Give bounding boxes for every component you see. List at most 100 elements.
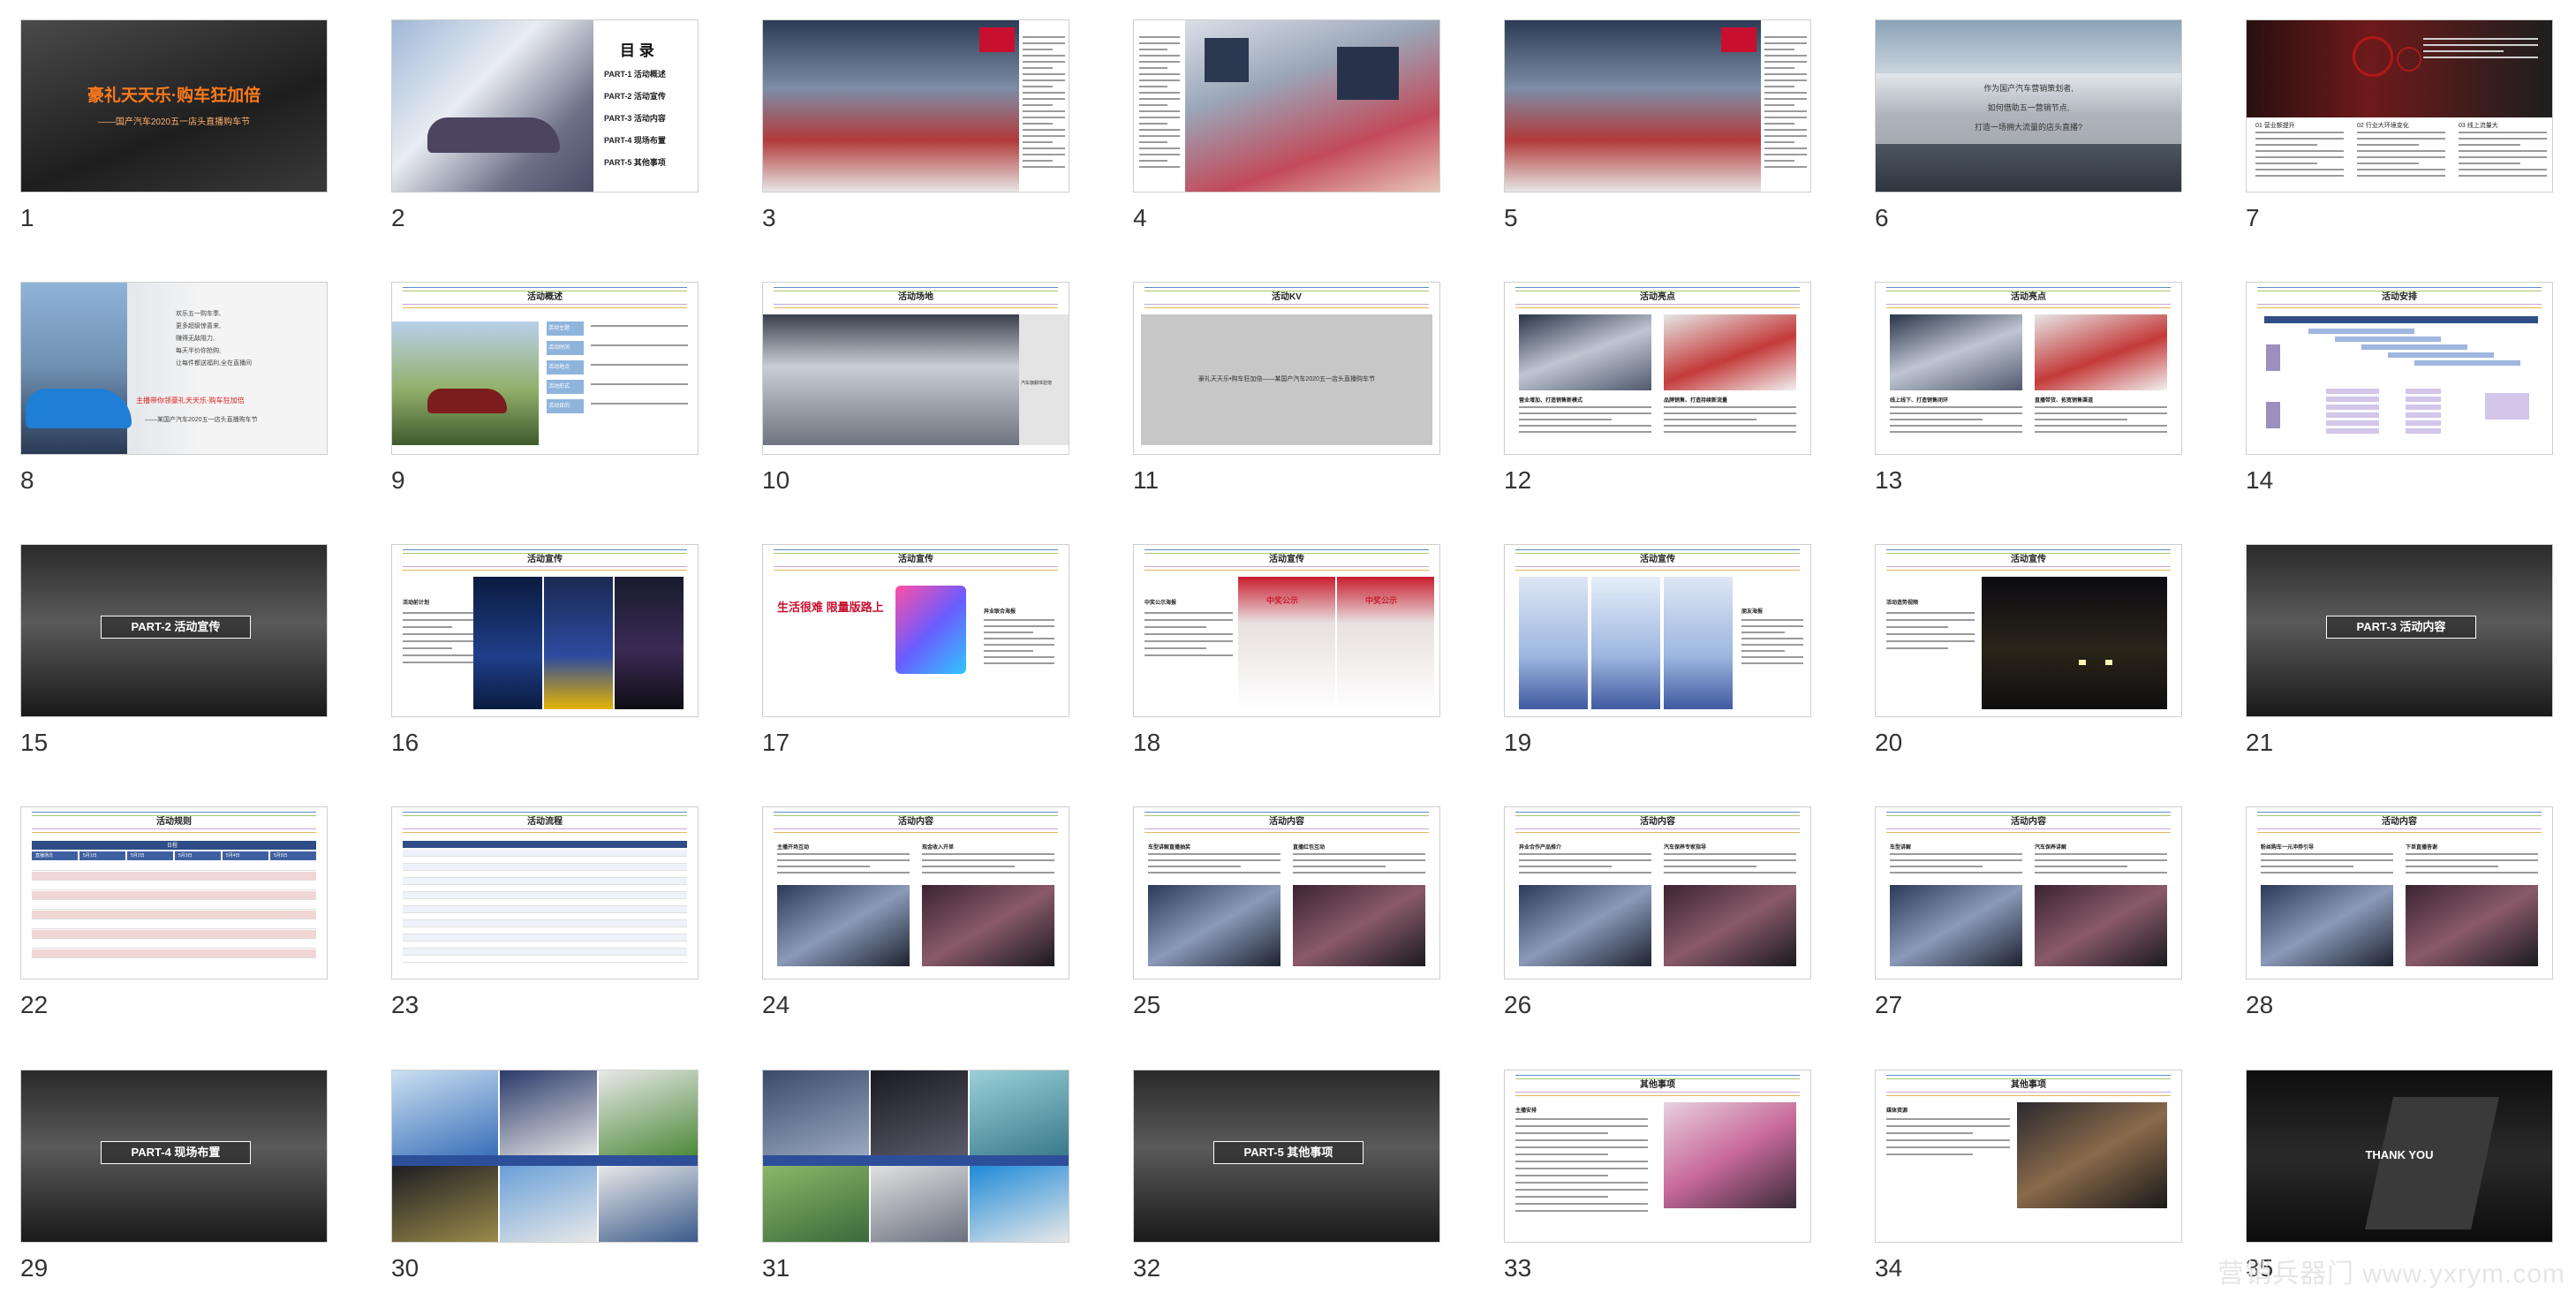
slide-header: 活动宣传 [392,545,698,571]
slide-thumbnail[interactable]: 豪礼天天乐·购车狂加倍 ——国产汽车2020五一店头直播购车节 [20,19,328,193]
slide-thumbnail[interactable] [391,1070,699,1243]
slide-thumbnail[interactable] [1504,19,1811,193]
slide-cell[interactable]: 活动内容 车型讲解 汽车保养讲解 27 [1855,787,2182,1018]
slide-cell[interactable]: 活动内容 粉丝购车一元冲券引导 下单直播答谢 28 [2225,787,2553,1018]
slide-thumbnail[interactable]: 其他事项 媒体资源 [1875,1070,2182,1243]
slide-thumbnail[interactable]: 活动规则 日程 直播场次 5月1日 5月2日 5月3日 5月4日 5月5日 [20,806,328,980]
slide-thumbnail[interactable]: 活动内容 异业合作产品推介 汽车保养专家指导 [1504,806,1811,980]
slide-header: 活动安排 [2247,283,2552,309]
slide-thumbnail[interactable]: 活动宣传 生活很难 限量版路上 异业联合海报 [762,544,1069,717]
text-line [2423,57,2538,58]
slide-thumbnail[interactable]: PART-5 其他事项 [1133,1070,1440,1243]
slide-cell[interactable]: PART-2 活动宣传 15 [0,525,328,756]
slide-thumbnail[interactable] [762,1070,1069,1243]
slide-cell[interactable]: 豪礼天天乐·购车狂加倍 ——国产汽车2020五一店头直播购车节 1 [0,0,328,231]
text-line [2406,866,2498,867]
slide-cell[interactable]: 活动规则 日程 直播场次 5月1日 5月2日 5月3日 5月4日 5月5日 22 [0,787,328,1018]
slide-thumbnail[interactable]: 活动内容 主播开场互动 现金收入开单 [762,806,1069,980]
blue-strip [763,1155,1069,1166]
slide-cell[interactable]: 目 录 PART-1 活动概述 PART-2 活动宣传 PART-3 活动内容 PART… [371,0,699,231]
slide-cell[interactable]: 活动亮点 线上线下、打造销售闭环 直播带货、拓宽销售渠道 13 [1855,262,2182,494]
slide-thumbnail[interactable]: 活动亮点 营业增加、打造销售新模式 品牌销售、打造持续新流量 [1504,282,1811,455]
slide-thumbnail[interactable]: 01 营业额提升 02 行业大环境变化 03 线上流量大 [2246,19,2553,193]
slide-cell[interactable]: 4 [1113,0,1440,231]
slide-thumbnail[interactable]: 活动内容 粉丝购车一元冲券引导 下单直播答谢 [2246,806,2553,980]
slide-thumbnail[interactable]: 活动KV 豪礼天天乐•购车狂加倍——某国产汽车2020五一店头直播购车节 [1133,282,1440,455]
slide-thumbnail[interactable]: 活动内容 车型讲解 汽车保养讲解 [1875,806,2182,980]
header-rule [1515,287,1800,288]
slide-cell[interactable]: 其他事项 主播安排 33 [1484,1050,1811,1282]
prize-title: 中奖公示 [1365,596,1398,605]
slide-thumbnail[interactable] [762,19,1069,193]
slide-thumbnail[interactable]: PART-3 活动内容 [2246,544,2553,717]
slide-thumbnail[interactable] [1133,19,1440,193]
text-line [1764,129,1807,131]
slide-header: 活动场地 [763,283,1069,309]
text-line [1664,431,1796,433]
slide-cell[interactable]: PART-5 其他事项 32 [1113,1050,1440,1282]
slide-cell[interactable]: THANK YOU 35 [2225,1050,2553,1282]
slide-cell[interactable]: 活动安排 14 [2225,262,2553,494]
slide-thumbnail[interactable]: 活动宣传 朋友海报 [1504,544,1811,717]
slide-thumbnail[interactable]: 活动宣传 活动造势视频 [1875,544,2182,717]
right-label: 异业联合海报 [984,609,1016,615]
text-line [1664,859,1796,861]
caption: 下单直播答谢 [2406,845,2438,851]
slide-thumbnail[interactable]: 活动流程 [391,806,699,980]
slide-cell[interactable]: 活动概述 活动主题 活动时间 活动地点 活动形式 活动目的 9 [371,262,699,494]
slide-thumbnail[interactable]: 活动场地 汽车旗舰体验馆 [762,282,1069,455]
slide-number: 25 [1133,991,1161,1018]
slide-cell[interactable]: 作为国产汽车营销策划者, 如何借助五一营销节点, 打造一场拥大流量的店头直播? 6 [1855,0,2182,231]
text-line [1139,141,1168,143]
header-rule [774,549,1058,550]
table-row [32,901,316,910]
slide-cell[interactable]: 活动亮点 营业增加、打造销售新模式 品牌销售、打造持续新流量 12 [1484,262,1811,494]
slide-cell[interactable]: 3 [742,0,1069,231]
slide-cell[interactable]: 活动内容 车型讲解直播抽奖 直播红包互动 25 [1113,787,1440,1018]
slide-cell[interactable]: 活动内容 主播开场互动 现金收入开单 24 [742,787,1069,1018]
text-line [1139,79,1180,81]
slide-thumbnail[interactable]: 活动亮点 线上线下、打造销售闭环 直播带货、拓宽销售渠道 [1875,282,2182,455]
slogan-line: 让每件都送福利,全在直播间 [176,360,252,367]
slide-thumbnail[interactable]: 活动概述 活动主题 活动时间 活动地点 活动形式 活动目的 [391,282,699,455]
slide-cell[interactable]: 活动宣传 朋友海报 19 [1484,525,1811,756]
slide-cell[interactable]: 活动宣传 生活很难 限量版路上 异业联合海报 17 [742,525,1069,756]
slide-cell[interactable]: 欢乐五一购车季, 更多超级惊喜来, 赚得无敌阻力, 每天半价你抢购, 让每件都送福利,全… [0,262,328,494]
text-line [1139,67,1168,69]
slide-thumbnail[interactable]: 目 录 PART-1 活动概述 PART-2 活动宣传 PART-3 活动内容 PART… [391,19,699,193]
slide-thumbnail[interactable]: PART-2 活动宣传 [20,544,328,717]
slide-thumbnail[interactable]: 作为国产汽车营销策划者, 如何借助五一营销节点, 打造一场拥大流量的店头直播? [1875,19,2182,193]
slide-cell[interactable]: 活动场地 汽车旗舰体验馆 10 [742,262,1069,494]
slide-cell[interactable]: 活动KV 豪礼天天乐•购车狂加倍——某国产汽车2020五一店头直播购车节 11 [1113,262,1440,494]
slide-cell[interactable]: 30 [371,1050,699,1282]
slide-cell[interactable]: 其他事项 媒体资源 34 [1855,1050,2182,1282]
text-line [1886,1154,1973,1155]
slide-header-title: 活动KV [1272,292,1302,302]
slide-cell[interactable]: 活动宣传 活动前计划 16 [371,525,699,756]
text-line [1890,872,2022,874]
slide-thumbnail[interactable]: 活动宣传 活动前计划 [391,544,699,717]
slide-thumbnail[interactable]: 活动内容 车型讲解直播抽奖 直播红包互动 [1133,806,1440,980]
text-line [1023,79,1065,81]
text-line [2459,150,2547,152]
table-row [403,850,687,857]
slide-thumbnail[interactable]: 欢乐五一购车季, 更多超级惊喜来, 赚得无敌阻力, 每天半价你抢购, 让每件都送福利,全… [20,282,328,455]
slide-thumbnail[interactable]: THANK YOU [2246,1070,2553,1243]
slide-cell[interactable]: PART-3 活动内容 21 [2225,525,2553,756]
slide-cell[interactable]: 活动宣传 中奖公示海报 中奖公示 中奖公示 18 [1113,525,1440,756]
slide-cell[interactable]: 活动流程 23 [371,787,699,1018]
slide-cell[interactable]: PART-4 现场布置 29 [0,1050,328,1282]
slide-cell[interactable]: 活动宣传 活动造势视频 20 [1855,525,2182,756]
slide-cell[interactable]: 5 [1484,0,1811,231]
slide-thumbnail[interactable]: 活动宣传 中奖公示海报 中奖公示 中奖公示 [1133,544,1440,717]
text-line [1023,117,1065,118]
slide-thumbnail[interactable]: 其他事项 主播安排 [1504,1070,1811,1243]
slide-thumbnail[interactable]: PART-4 现场布置 [20,1070,328,1243]
text-line [591,344,688,346]
photo-left [1890,314,2022,390]
slide-cell[interactable]: 活动内容 异业合作产品推介 汽车保养专家指导 26 [1484,787,1811,1018]
slide-cell[interactable]: 31 [742,1050,1069,1282]
flow-box [2485,393,2529,420]
slide-cell[interactable]: 01 营业额提升 02 行业大环境变化 03 线上流量大 7 [2225,0,2553,231]
slide-thumbnail[interactable]: 活动安排 [2246,282,2553,455]
